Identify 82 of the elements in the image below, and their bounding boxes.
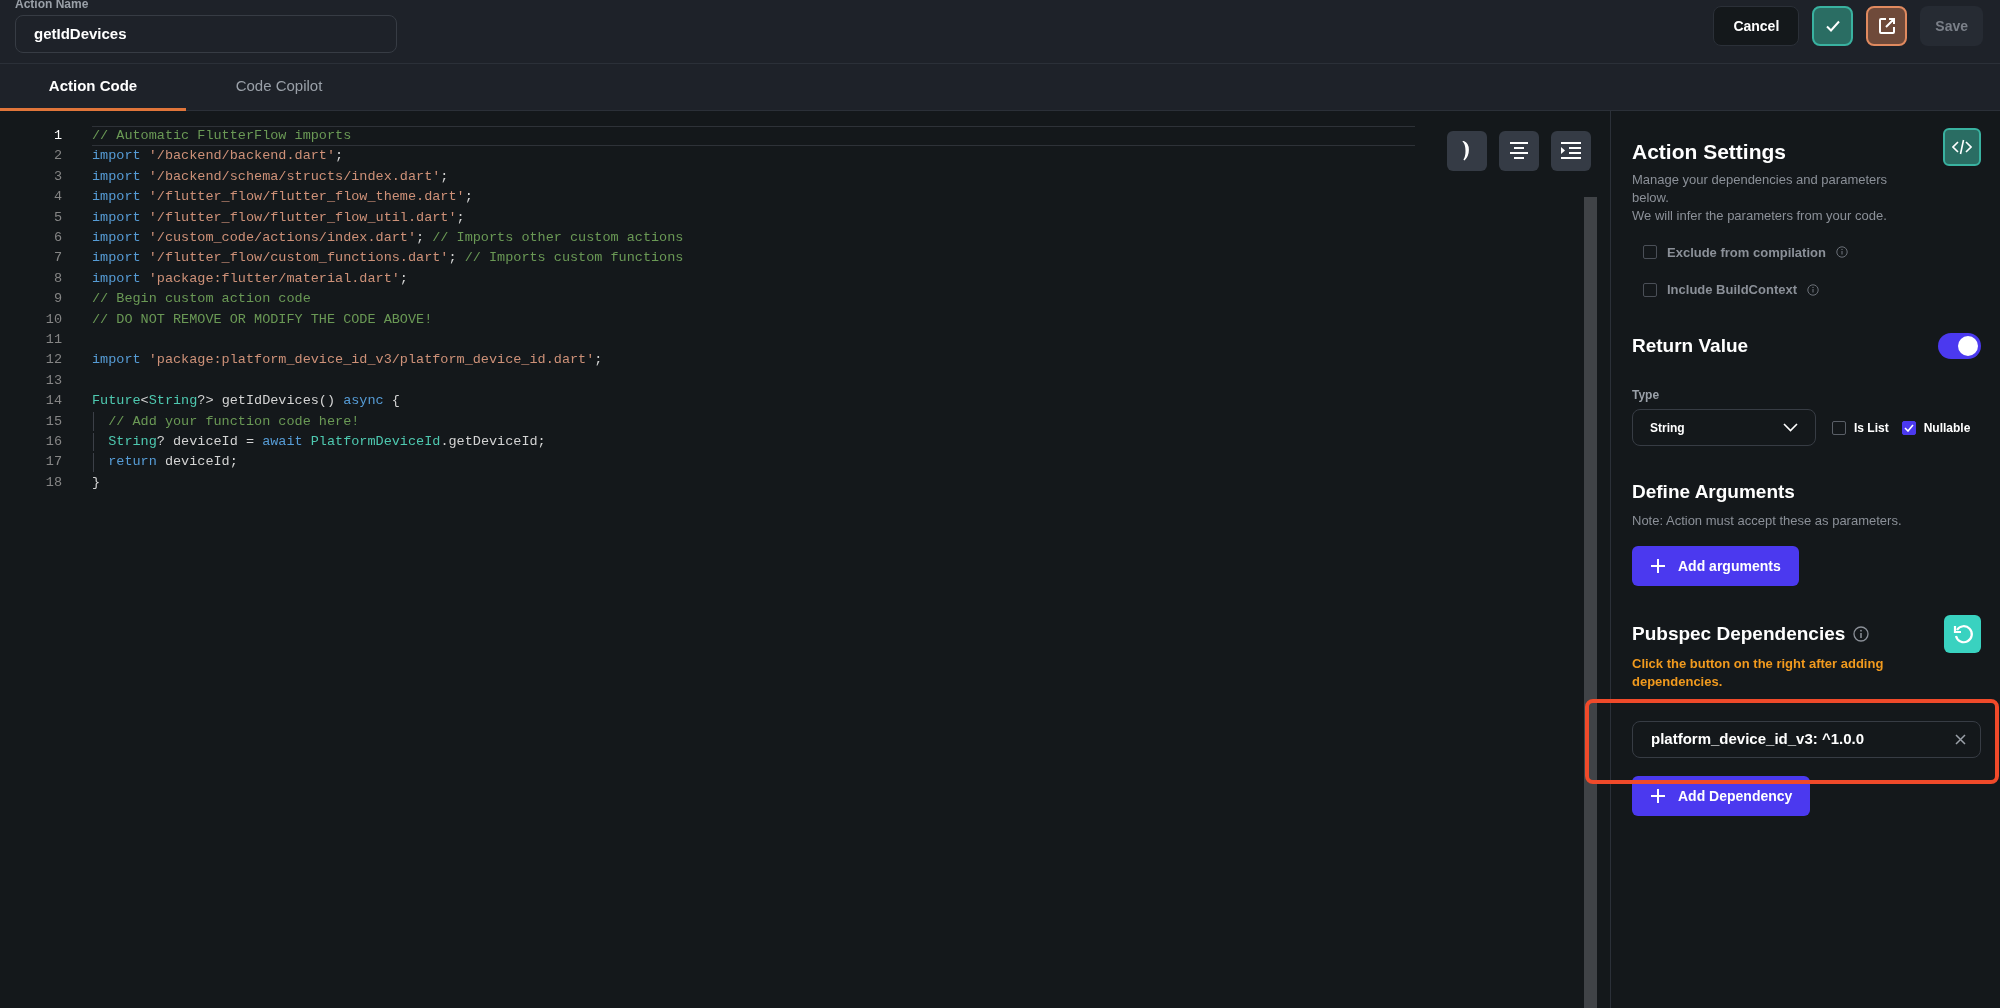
- panel-title: Action Settings: [1632, 139, 1786, 165]
- check-icon: [1824, 19, 1841, 33]
- action-name-field[interactable]: getIdDevices: [15, 15, 397, 53]
- theme-toggle-button[interactable]: [1447, 131, 1487, 171]
- checkbox[interactable]: [1643, 245, 1657, 260]
- code-view-button[interactable]: [1943, 128, 1981, 166]
- type-dropdown[interactable]: String: [1632, 409, 1816, 446]
- add-dependency-button[interactable]: Add Dependency: [1632, 776, 1811, 816]
- line-number: 5: [52, 208, 62, 227]
- chevron-down-icon: [1783, 423, 1798, 432]
- code-line: // Add your function code here!: [107, 412, 360, 431]
- code-line: import 'package:platform_device_id_v3/platform_device_id.dart';: [92, 351, 603, 370]
- description-text: We will infer the parameters from your code.: [1632, 206, 1888, 225]
- checkbox[interactable]: [1643, 282, 1657, 297]
- section-title: Pubspec Dependencies: [1632, 621, 1846, 646]
- checkbox[interactable]: [1832, 420, 1846, 435]
- field-label: Type: [1632, 387, 1661, 404]
- close-icon[interactable]: [1955, 734, 1966, 745]
- code-line: import '/flutter_flow/flutter_flow_util.dart';: [92, 208, 465, 227]
- code-line: import '/backend/backend.dart';: [92, 147, 344, 166]
- line-number: 4: [52, 188, 62, 207]
- line-number: 11: [44, 330, 62, 349]
- line-number: 15: [44, 412, 62, 431]
- code-icon: [1952, 139, 1972, 155]
- plus-icon: [1650, 788, 1666, 804]
- checkbox[interactable]: [1901, 420, 1916, 435]
- code-line: import '/backend/schema/structs/index.dart';: [92, 167, 449, 186]
- align-center-icon: [1509, 142, 1529, 160]
- section-title: Return Value: [1632, 333, 1749, 358]
- code-line: import 'package:flutter/material.dart';: [92, 269, 408, 288]
- info-icon: [1835, 246, 1848, 259]
- line-number: 13: [44, 371, 62, 390]
- line-number: 6: [52, 229, 62, 247]
- warning-text: Click the button on the right after adding dependencies.: [1632, 655, 1885, 691]
- add-arguments-button[interactable]: Add arguments: [1632, 546, 1799, 586]
- line-number: 12: [44, 351, 62, 370]
- checkbox-label: Exclude from compilation: [1667, 243, 1826, 262]
- refresh-button[interactable]: [1944, 615, 1981, 653]
- dependency-field[interactable]: platform_device_id_v3: ^1.0.0: [1632, 721, 1981, 758]
- line-number: 2: [52, 147, 62, 166]
- checkbox-label: Is List: [1854, 419, 1889, 437]
- field-label: Action Name: [15, 0, 90, 11]
- scrollbar[interactable]: [1584, 197, 1597, 1008]
- code-line: import '/flutter_flow/custom_functions.dart'; // Imports custom functions: [92, 249, 684, 268]
- line-number: 10: [44, 310, 62, 329]
- code-line: import '/custom_code/actions/index.dart'; // Imports other custom actions: [92, 229, 684, 248]
- code-line: return deviceId;: [107, 453, 238, 472]
- line-number: 7: [52, 249, 62, 268]
- cancel-button[interactable]: Cancel: [1713, 6, 1800, 46]
- line-number: 14: [44, 392, 62, 411]
- line-number: 18: [44, 473, 62, 492]
- toggle-switch[interactable]: [1938, 332, 1981, 359]
- line-number: 8: [52, 269, 62, 288]
- section-title: Define Arguments: [1632, 480, 1796, 504]
- description-text: Manage your dependencies and parameters below.: [1632, 170, 1889, 207]
- code-line: String? deviceId = await PlatformDeviceId.getDeviceId;: [107, 432, 546, 451]
- external-link-icon: [1877, 17, 1896, 35]
- format-button[interactable]: [1499, 131, 1539, 171]
- confirm-button[interactable]: [1812, 6, 1854, 46]
- code-line: // DO NOT REMOVE OR MODIFY THE CODE ABOVE!: [92, 310, 433, 329]
- indent-button[interactable]: [1551, 131, 1591, 171]
- line-number: 9: [52, 290, 62, 309]
- checkbox-label: Nullable: [1923, 419, 1971, 437]
- code-line: Future<String?> getIdDevices() async {: [92, 392, 400, 411]
- info-icon: [1853, 626, 1870, 642]
- line-number: 3: [52, 167, 62, 186]
- code-line: }: [92, 473, 101, 492]
- open-external-button[interactable]: [1866, 6, 1908, 46]
- crescent-icon: [1462, 141, 1472, 161]
- code-line: import '/flutter_flow/flutter_flow_theme.dart';: [92, 188, 473, 207]
- checkbox-label: Include BuildContext: [1667, 281, 1797, 299]
- line-number: 17: [44, 453, 62, 472]
- indent-icon: [1560, 142, 1582, 160]
- undo-icon: [1951, 623, 1974, 645]
- code-line: // Begin custom action code: [92, 290, 311, 309]
- section-note: Note: Action must accept these as parameters.: [1632, 511, 1903, 530]
- plus-icon: [1650, 558, 1666, 574]
- code-line: // Automatic FlutterFlow imports: [92, 127, 352, 146]
- info-icon: [1807, 283, 1819, 296]
- line-number: 16: [44, 432, 62, 451]
- tab[interactable]: Code Copilot: [186, 64, 372, 111]
- line-number: 1: [52, 127, 62, 146]
